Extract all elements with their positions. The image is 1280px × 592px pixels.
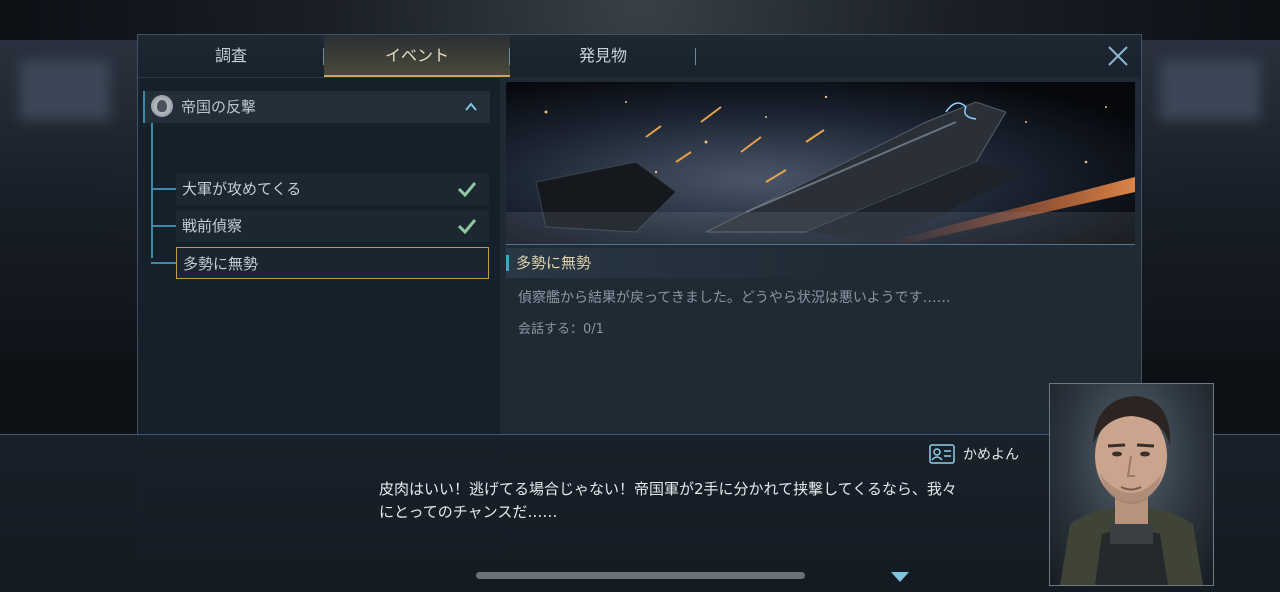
dialog-text-line-2: にとってのチャンスだ…… (379, 503, 558, 521)
triangle-down-icon[interactable] (890, 571, 910, 583)
quest-item-outnumbered[interactable]: 多勢に無勢 (176, 247, 489, 279)
scroll-indicator (476, 572, 805, 579)
faction-emblem-icon (151, 95, 173, 117)
tree-branch (151, 188, 176, 190)
tab-discoveries[interactable]: 発見物 (510, 35, 696, 77)
detail-description: 偵察艦から結果が戻ってきました。どうやら状況は悪いようです…… (518, 290, 951, 306)
background-silhouette-right (1160, 60, 1260, 120)
event-banner-image (506, 82, 1135, 245)
quest-group-title: 帝国の反撃 (181, 98, 257, 116)
quest-item-large-army[interactable]: 大軍が攻めてくる (176, 173, 489, 205)
chevron-up-icon[interactable] (464, 100, 478, 114)
tab-event[interactable]: イベント (324, 35, 510, 77)
tree-branch (151, 262, 176, 264)
speaker-name: かめよん (963, 447, 1019, 463)
check-icon (457, 219, 477, 234)
background-silhouette-left (20, 60, 110, 120)
quest-item-reconnaissance[interactable]: 戦前偵察 (176, 210, 489, 242)
tab-bar: 調査 イベント 発見物 (138, 35, 1141, 78)
detail-progress: 会話する：0/1 (518, 322, 604, 337)
tab-investigation[interactable]: 調査 (138, 35, 324, 77)
tab-divider (695, 48, 696, 65)
quest-item-label: 戦前偵察 (182, 217, 243, 235)
tree-connector (151, 123, 153, 258)
quest-item-label: 大軍が攻めてくる (182, 180, 302, 198)
detail-title: 多勢に無勢 (516, 254, 592, 272)
close-icon[interactable] (1105, 43, 1131, 69)
speaker-portrait (1049, 383, 1214, 586)
dialog-text-line-1: 皮肉はいい！逃げてる場合じゃない！帝国軍が2手に分かれて挟撃してくるなら、我々 (379, 480, 957, 498)
id-card-icon (929, 444, 955, 464)
tree-branch (151, 225, 176, 227)
quest-item-label: 多勢に無勢 (183, 255, 259, 273)
check-icon (457, 182, 477, 197)
detail-title-bar: 多勢に無勢 (506, 248, 1135, 278)
quest-group-header[interactable]: 帝国の反撃 (143, 91, 490, 123)
